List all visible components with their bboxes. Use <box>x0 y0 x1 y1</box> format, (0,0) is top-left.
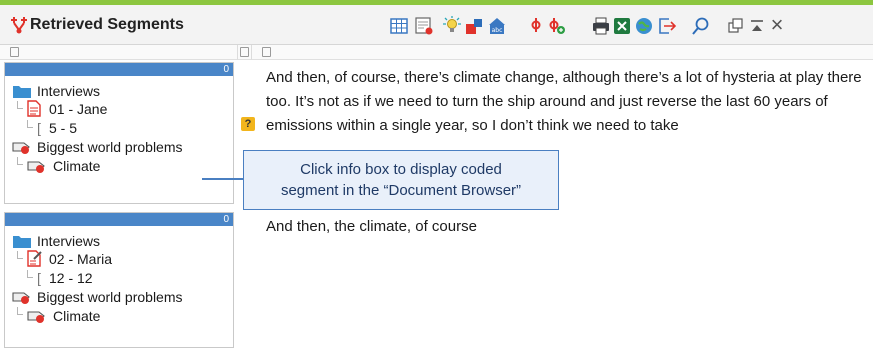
tree-connector <box>27 120 33 128</box>
segment-bracket-icon: [ <box>37 120 41 136</box>
info-column-icon <box>10 47 19 57</box>
callout-pointer <box>202 178 244 180</box>
retrieved-segments-icon <box>11 17 27 34</box>
segment-text[interactable]: And then, the climate, of course <box>266 215 866 239</box>
text-column-icon <box>262 47 271 57</box>
info-column-header <box>0 45 238 60</box>
code-tag-icon <box>27 311 45 323</box>
callout-line-2: segment in the “Document Browser” <box>280 182 522 199</box>
code-tag-icon <box>12 142 30 154</box>
segment-position: 5 - 5 <box>49 120 78 136</box>
segment-text[interactable]: And then, of course, there’s climate cha… <box>266 66 866 138</box>
segment-position: 12 - 12 <box>49 270 93 286</box>
segment-info-box[interactable]: 0 Interviews 02 - Maria [ 12 - 12 Bigges… <box>4 212 234 348</box>
export-icon[interactable] <box>656 15 678 37</box>
svg-text:abc: abc <box>492 27 503 34</box>
segment-count: 0 <box>223 64 229 75</box>
comment-column-header <box>238 45 252 60</box>
folder-icon <box>13 86 31 98</box>
code-lightbulb-icon[interactable] <box>440 15 462 37</box>
help-icon[interactable]: ? <box>241 117 255 131</box>
code-label: Climate <box>53 308 101 324</box>
tree-connector <box>17 157 23 165</box>
minimize-icon[interactable] <box>746 15 768 37</box>
code-add-icon[interactable] <box>545 15 567 37</box>
web-export-icon[interactable] <box>633 15 655 37</box>
comment-column-icon <box>240 47 249 57</box>
smart-coder-icon[interactable] <box>413 15 435 37</box>
edited-document-icon <box>27 250 42 267</box>
info-box-header: 0 <box>5 213 233 226</box>
excel-export-icon[interactable] <box>611 15 633 37</box>
document-icon <box>27 100 41 117</box>
document-label: 02 - Maria <box>49 251 113 267</box>
callout-box: Click info box to display coded segment … <box>243 150 559 210</box>
code-color-icon[interactable] <box>463 15 485 37</box>
tree-connector <box>17 251 23 259</box>
callout-line-1: Click info box to display coded <box>300 161 502 178</box>
code-label: Climate <box>53 158 101 174</box>
undock-icon[interactable] <box>725 15 747 37</box>
segment-info-box[interactable]: 0 Interviews 01 - Jane [ 5 - 5 Biggest w… <box>4 62 234 204</box>
tree-connector <box>27 270 33 278</box>
segment-bracket-icon: [ <box>37 270 41 286</box>
segment-count: 0 <box>223 214 229 225</box>
document-group-label: Interviews <box>37 233 101 249</box>
close-icon[interactable]: × <box>766 14 788 36</box>
folder-icon <box>13 236 31 248</box>
tree-connector <box>17 101 23 109</box>
table-view-icon[interactable] <box>388 15 410 37</box>
title-bar: Retrieved Segments abc × <box>0 5 873 45</box>
tree-connector <box>17 307 23 315</box>
abc-words-icon[interactable]: abc <box>486 15 508 37</box>
print-icon[interactable] <box>590 15 612 37</box>
search-icon[interactable] <box>690 15 712 37</box>
window-title: Retrieved Segments <box>30 16 184 33</box>
info-box-header: 0 <box>5 63 233 76</box>
code-tag-icon <box>12 292 30 304</box>
parent-code-label: Biggest world problems <box>37 289 183 305</box>
code-icon[interactable] <box>525 15 547 37</box>
document-group-label: Interviews <box>37 83 101 99</box>
parent-code-label: Biggest world problems <box>37 139 183 155</box>
code-tag-icon <box>27 161 45 173</box>
text-column-header <box>252 45 873 60</box>
document-label: 01 - Jane <box>49 101 108 117</box>
